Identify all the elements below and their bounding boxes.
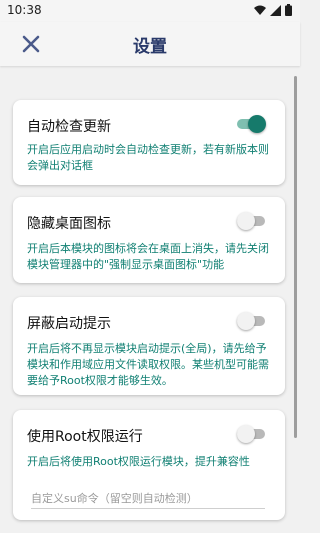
setting-auto-update-card[interactable]: 自动检查更新 开启后应用启动时会自动检查更新，若有新版本则会弹出对话框 bbox=[13, 100, 285, 185]
block-hint-toggle[interactable] bbox=[237, 312, 265, 330]
setting-root-desc: 开启后将使用Root权限运行模块，提升兼容性 bbox=[27, 455, 250, 468]
hide-icon-toggle[interactable] bbox=[237, 212, 265, 230]
setting-block-hint-desc: 开启后将不再显示模块启动提示(全局)，请先给予模块和作用域应用文件读取权限。某些… bbox=[27, 342, 269, 387]
setting-hide-icon-desc: 开启后本模块的图标将会在桌面上消失，请先关闭模块管理器中的"强制显示桌面图标"功… bbox=[27, 242, 269, 271]
app-bar: 设置 bbox=[0, 22, 300, 66]
toggle-thumb bbox=[237, 312, 255, 330]
toggle-thumb bbox=[237, 425, 255, 443]
signal-icon bbox=[270, 4, 281, 16]
setting-root-card[interactable]: 使用Root权限运行 开启后将使用Root权限运行模块，提升兼容性 bbox=[13, 410, 285, 520]
setting-block-hint-card[interactable]: 屏蔽启动提示 开启后将不再显示模块启动提示(全局)，请先给予模块和作用域应用文件… bbox=[13, 297, 285, 395]
toggle-thumb bbox=[248, 115, 266, 133]
status-bar: 10:38 bbox=[0, 0, 300, 22]
wifi-icon bbox=[254, 5, 266, 15]
setting-block-hint-title: 屏蔽启动提示 bbox=[27, 316, 111, 332]
setting-hide-icon-title: 隐藏桌面图标 bbox=[27, 216, 111, 232]
settings-list[interactable]: 自动检查更新 开启后应用启动时会自动检查更新，若有新版本则会弹出对话框 隐藏桌面… bbox=[0, 66, 300, 533]
scrollbar[interactable] bbox=[294, 76, 297, 438]
status-time: 10:38 bbox=[7, 3, 42, 17]
setting-hide-icon-card[interactable]: 隐藏桌面图标 开启后本模块的图标将会在桌面上消失，请先关闭模块管理器中的"强制显… bbox=[13, 197, 285, 283]
root-toggle[interactable] bbox=[237, 425, 265, 443]
su-command-input[interactable] bbox=[31, 488, 265, 509]
page-title: 设置 bbox=[133, 37, 167, 57]
setting-auto-update-desc: 开启后应用启动时会自动检查更新，若有新版本则会弹出对话框 bbox=[27, 143, 269, 172]
battery-icon bbox=[285, 4, 292, 16]
setting-auto-update-title: 自动检查更新 bbox=[27, 119, 111, 135]
auto-update-toggle[interactable] bbox=[237, 115, 266, 133]
status-icons bbox=[254, 4, 292, 16]
setting-root-title: 使用Root权限运行 bbox=[27, 429, 143, 445]
toggle-thumb bbox=[237, 212, 255, 230]
